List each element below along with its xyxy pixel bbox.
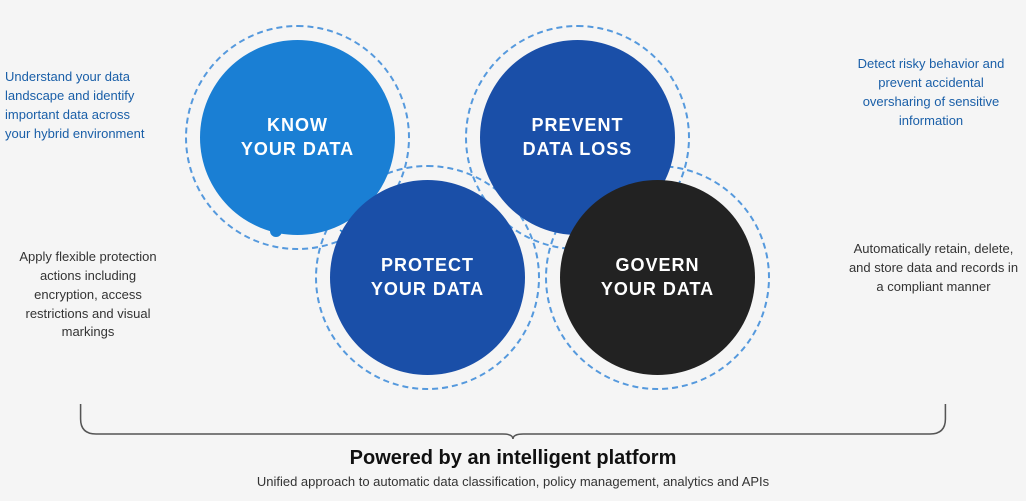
circle-prevent-line1: PREVENT bbox=[523, 114, 633, 137]
circle-govern-line2: YOUR DATA bbox=[601, 278, 714, 301]
annotation-govern: Automatically retain, delete, and store … bbox=[846, 240, 1021, 297]
circle-protect-line1: PROTECT bbox=[371, 254, 484, 277]
circle-know-line2: YOUR DATA bbox=[241, 138, 354, 161]
annotation-protect-text: Apply flexible protection actions includ… bbox=[19, 249, 156, 339]
annotation-know-text: Understand your data landscape and ident… bbox=[5, 69, 144, 141]
bottom-subtitle: Unified approach to automatic data class… bbox=[60, 474, 966, 489]
circle-protect: PROTECT YOUR DATA bbox=[330, 180, 525, 375]
bottom-title: Powered by an intelligent platform bbox=[60, 447, 966, 470]
annotation-prevent: Detect risky behavior and prevent accide… bbox=[846, 55, 1016, 130]
annotation-know: Understand your data landscape and ident… bbox=[5, 68, 145, 143]
circle-govern-line1: GOVERN bbox=[601, 254, 714, 277]
main-container: Understand your data landscape and ident… bbox=[0, 0, 1026, 501]
circle-know-line1: KNOW bbox=[241, 114, 354, 137]
circles-area: KNOW YOUR DATA PREVENT DATA LOSS PROTECT… bbox=[140, 30, 820, 400]
bottom-section: Powered by an intelligent platform Unifi… bbox=[60, 399, 966, 489]
annotation-prevent-text: Detect risky behavior and prevent accide… bbox=[858, 56, 1005, 128]
circle-prevent-line2: DATA LOSS bbox=[523, 138, 633, 161]
brace-svg bbox=[60, 399, 966, 439]
circle-protect-line2: YOUR DATA bbox=[371, 278, 484, 301]
brace-container bbox=[60, 399, 966, 439]
annotation-govern-text: Automatically retain, delete, and store … bbox=[849, 241, 1018, 294]
circle-govern: GOVERN YOUR DATA bbox=[560, 180, 755, 375]
